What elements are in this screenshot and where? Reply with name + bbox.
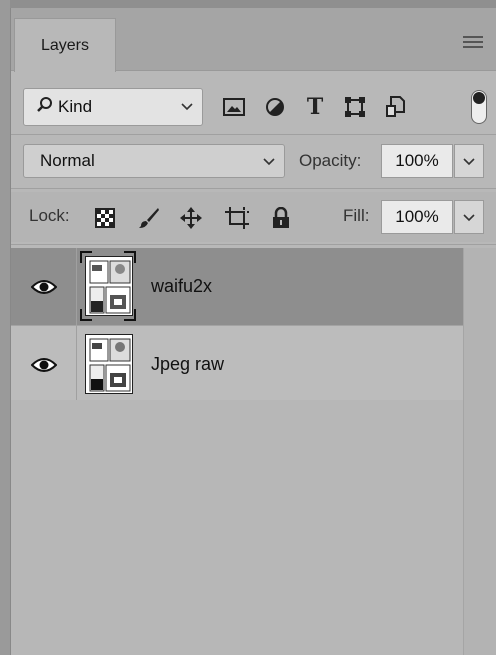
window-left-edge [0, 0, 10, 655]
layer-row-jpeg-raw[interactable]: Jpeg raw [11, 326, 463, 404]
tab-layers[interactable]: Layers [14, 18, 116, 72]
panel-menu-icon[interactable] [463, 36, 483, 50]
lock-transparent-pixels-icon[interactable] [93, 206, 117, 230]
lock-artboard-icon[interactable] [225, 206, 249, 230]
layer-visibility-toggle[interactable] [11, 326, 77, 403]
search-icon [36, 96, 54, 119]
blend-mode-value: Normal [40, 151, 95, 170]
layers-list: waifu2x Jpeg raw [11, 248, 463, 404]
type-filter-icon[interactable]: T [303, 94, 327, 120]
blend-row: Normal Opacity: 100% [11, 138, 496, 188]
lock-image-pixels-icon[interactable] [137, 206, 161, 230]
layer-name: waifu2x [151, 276, 213, 296]
kind-filter-dropdown[interactable]: Kind [23, 88, 203, 126]
fill-input[interactable]: 100% [381, 200, 453, 234]
layer-name: Jpeg raw [151, 354, 225, 374]
layer-thumbnail [85, 334, 133, 394]
chevron-down-icon [463, 214, 475, 222]
kind-filter-label: Kind [58, 97, 93, 116]
tab-layers-label: Layers [40, 36, 90, 54]
shape-filter-icon[interactable] [343, 96, 367, 118]
eye-icon [30, 279, 57, 294]
lock-position-icon[interactable] [179, 206, 203, 230]
lock-all-icon[interactable] [269, 206, 293, 230]
layer-visibility-toggle[interactable] [11, 248, 77, 325]
image-filter-icon[interactable] [222, 96, 246, 118]
fill-dropdown-button[interactable] [454, 200, 484, 234]
fill-label: Fill: [343, 206, 370, 225]
eye-icon [30, 357, 57, 372]
opacity-dropdown-button[interactable] [454, 144, 484, 178]
layer-row-waifu2x[interactable]: waifu2x [11, 248, 463, 326]
layers-empty-area [11, 400, 463, 655]
smart-object-filter-icon[interactable] [383, 96, 407, 118]
layers-scrollbar-track[interactable] [463, 248, 496, 655]
filter-row: Kind T [11, 82, 496, 134]
lock-label: Lock: [29, 206, 70, 225]
layers-panel: Layers Kind T Normal Opacity: 100% Lock:… [10, 8, 496, 655]
chevron-down-icon [180, 98, 194, 118]
chevron-down-icon [262, 153, 276, 173]
divider [11, 244, 496, 245]
blend-mode-dropdown[interactable]: Normal [23, 144, 285, 178]
adjustment-filter-icon[interactable] [263, 96, 287, 118]
filter-toggle-icon[interactable] [471, 90, 487, 124]
chevron-down-icon [463, 158, 475, 166]
panel-tab-bar: Layers [11, 8, 496, 72]
window-top-edge [0, 0, 496, 8]
divider [11, 188, 496, 189]
opacity-label: Opacity: [299, 151, 362, 170]
layer-thumbnail [85, 256, 133, 316]
divider [11, 134, 496, 135]
lock-row: Lock: Fill: 100% [11, 192, 496, 242]
opacity-input[interactable]: 100% [381, 144, 453, 178]
